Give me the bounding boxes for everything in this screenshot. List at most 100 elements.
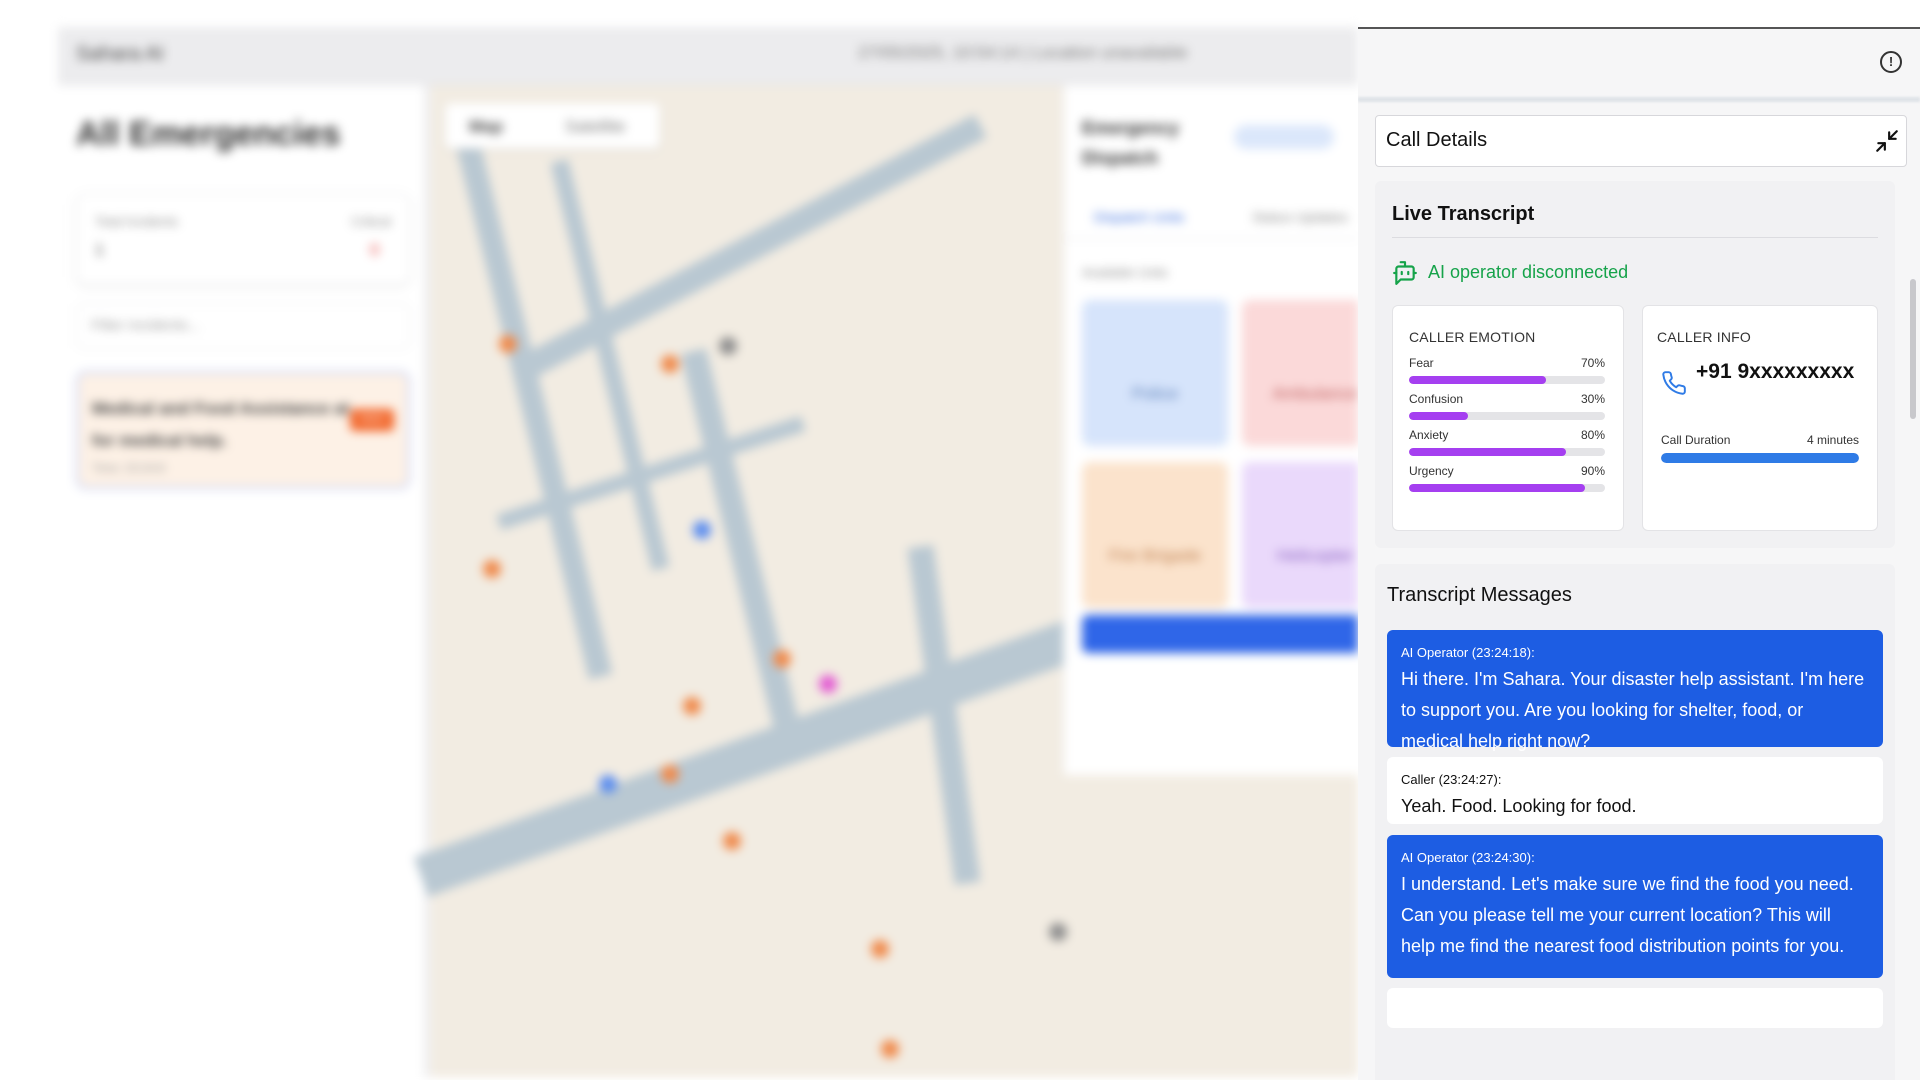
emotion-label: Fear (1409, 356, 1434, 370)
emotion-bar-track (1409, 412, 1605, 420)
call-details-header: Call Details (1375, 115, 1907, 167)
emotion-bar-fill (1409, 484, 1586, 492)
message-caller: Caller (23:24:27): Yeah. Food. Looking f… (1387, 757, 1883, 824)
emotion-bar-fill (1409, 412, 1468, 420)
caller-emotion-card: CALLER EMOTION Fear 70% Confusion 30% An… (1392, 305, 1624, 531)
map-poi-marker (599, 775, 617, 793)
bg-unit-police[interactable]: Police (1082, 300, 1228, 446)
live-transcript-title: Live Transcript (1392, 203, 1535, 225)
map-poi-marker (693, 521, 711, 539)
bg-incident-sidebar: All Emergencies Total Incidents 1 Critic… (58, 85, 428, 1077)
call-duration-value: 4 minutes (1806, 433, 1859, 447)
caller-phone-number: +91 9xxxxxxxxx (1696, 360, 1855, 383)
bg-filter-input[interactable]: Filter incidents... (76, 303, 410, 349)
transcript-messages-title: Transcript Messages (1387, 584, 1572, 606)
bg-dispatch-title: Emergency Dispatch (1082, 118, 1180, 168)
info-icon[interactable]: ! (1880, 51, 1902, 73)
map-poi-marker (819, 675, 837, 693)
bg-map-tab[interactable]: Map (469, 117, 503, 137)
panel-scrollbar[interactable] (1910, 279, 1916, 419)
call-panel: ! Call Details Live Transcript AI operat… (1358, 27, 1920, 1080)
bg-tab-status-updates[interactable]: Status Updates (1252, 209, 1348, 225)
map-poi-marker (881, 1040, 899, 1058)
caller-info-card: CALLER INFO +91 9xxxxxxxxx Call Duration… (1642, 305, 1878, 531)
map-poi-marker (773, 650, 791, 668)
emotion-bar-fill (1409, 376, 1547, 384)
message-ai-operator: AI Operator (23:24:30): I understand. Le… (1387, 835, 1883, 978)
emotion-label: Confusion (1409, 392, 1464, 406)
bg-tab-dispatch-units[interactable]: Dispatch Units (1094, 209, 1184, 225)
bg-page-title: All Emergencies (76, 115, 341, 153)
emotion-value: 30% (1580, 392, 1605, 406)
caller-emotion-title: CALLER EMOTION (1409, 329, 1536, 345)
bg-incident-title: Medical and Food Assistance at for medic… (92, 399, 350, 450)
panel-header: ! (1358, 29, 1920, 97)
bg-map-type-toggle: Map Satellite (445, 103, 660, 149)
bg-incident-time: Time: 23:24:8 (92, 461, 165, 475)
map-poi-marker (1049, 923, 1067, 941)
bg-request-units-button[interactable] (1082, 615, 1358, 653)
bg-critical-label: Critical (351, 214, 391, 229)
message-text: I understand. Let's make sure we find th… (1401, 874, 1854, 956)
bg-brand: Sahara AI (76, 43, 164, 65)
emotion-bar-track (1409, 484, 1605, 492)
message-text: Yeah. Food. Looking for food. (1401, 796, 1637, 816)
emotion-value: 70% (1580, 356, 1605, 370)
bg-unit-fire-brigade[interactable]: Fire Brigade (1082, 462, 1228, 608)
map-poi-marker (871, 940, 889, 958)
bg-incident-badge: HIGH (350, 409, 394, 431)
message-next-partial (1387, 988, 1883, 1028)
emotion-row-urgency: Urgency 90% (1409, 464, 1605, 498)
emotion-value: 90% (1580, 464, 1605, 478)
emotion-bar-fill (1409, 448, 1566, 456)
phone-icon (1662, 371, 1686, 395)
emotion-bar-track (1409, 376, 1605, 384)
message-header: AI Operator (23:24:18): (1401, 645, 1535, 660)
bg-dispatch-tabs: Dispatch Units Status Updates (1064, 195, 1358, 239)
collapse-icon[interactable] (1874, 128, 1900, 154)
message-text: Hi there. I'm Sahara. Your disaster help… (1401, 669, 1865, 751)
background-app: Sahara AI 27/05/2025, 10:54:14 | Locatio… (58, 27, 1358, 1077)
call-details-title: Call Details (1386, 129, 1488, 151)
map-poi-marker (719, 337, 737, 355)
bg-critical-value: 0 (370, 242, 379, 259)
bg-stats-card: Total Incidents 1 Critical 0 (76, 193, 410, 285)
message-header: Caller (23:24:27): (1401, 772, 1502, 787)
bg-top-bar: Sahara AI 27/05/2025, 10:54:14 | Locatio… (58, 27, 1358, 85)
live-transcript-card: Live Transcript AI operator disconnected… (1375, 181, 1895, 548)
bg-unit-ambulance[interactable]: Ambulance (1242, 300, 1358, 446)
emotion-bar-track (1409, 448, 1605, 456)
emotion-label: Urgency (1409, 464, 1454, 478)
map-poi-marker (723, 832, 741, 850)
bg-unit-helicopter[interactable]: Helicopter (1242, 462, 1358, 608)
emotion-label: Anxiety (1409, 428, 1449, 442)
bg-status-line: 27/05/2025, 10:54:14 | Location unavaila… (858, 43, 1188, 62)
bg-satellite-tab[interactable]: Satellite (565, 117, 625, 137)
call-duration-fill (1661, 453, 1859, 463)
bg-dispatch-badge (1234, 125, 1334, 149)
caller-info-title: CALLER INFO (1657, 329, 1751, 345)
robot-icon (1393, 261, 1417, 285)
bg-incident-card[interactable]: Medical and Food Assistance at for medic… (76, 371, 410, 489)
panel-divider-strip (1358, 97, 1920, 102)
transcript-messages-card: Transcript Messages AI Operator (23:24:1… (1375, 564, 1895, 1080)
message-header: AI Operator (23:24:30): (1401, 850, 1535, 865)
emotion-row-anxiety: Anxiety 80% (1409, 428, 1605, 462)
bg-available-units-label: Available Units (1082, 265, 1168, 280)
emotion-row-fear: Fear 70% (1409, 356, 1605, 390)
map-road (453, 130, 613, 680)
map-poi-marker (661, 765, 679, 783)
bg-total-value: 1 (95, 242, 104, 259)
map-poi-marker (499, 335, 517, 353)
emotion-row-confusion: Confusion 30% (1409, 392, 1605, 426)
map-poi-marker (483, 560, 501, 578)
map-poi-marker (683, 697, 701, 715)
bg-dispatch-panel: Emergency Dispatch Dispatch Units Status… (1063, 85, 1358, 775)
map-poi-marker (661, 355, 679, 373)
emotion-value: 80% (1580, 428, 1605, 442)
call-duration-track (1661, 453, 1859, 463)
map-road (680, 348, 808, 762)
divider (1392, 237, 1878, 238)
call-duration-label: Call Duration (1661, 433, 1731, 447)
bg-total-label: Total Incidents (95, 214, 179, 229)
